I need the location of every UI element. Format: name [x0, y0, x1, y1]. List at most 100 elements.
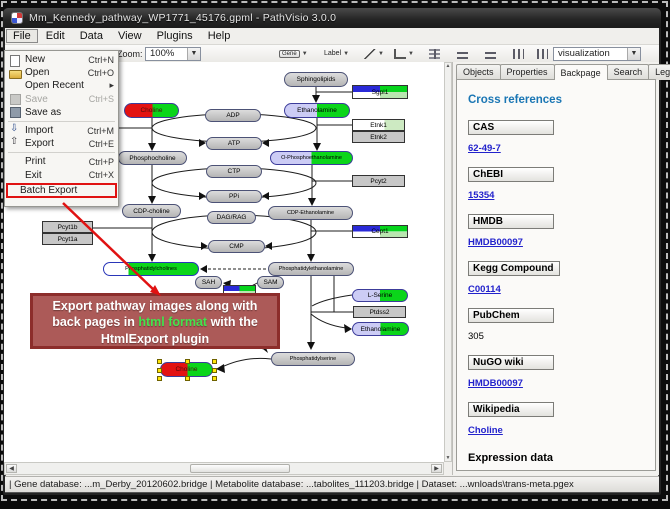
pathway-node-sah[interactable]: SAH [195, 276, 222, 289]
file-menu-item-new[interactable]: NewCtrl+N [5, 53, 118, 66]
menu-data[interactable]: Data [73, 29, 110, 43]
pathway-node-phosphocholine[interactable]: Phosphocholine [118, 151, 187, 165]
pathway-node-etnk1[interactable]: Etnk1 [352, 119, 405, 131]
shortcut-text: Ctrl+P [89, 157, 114, 167]
add-datanode-button[interactable]: Gene▼ [275, 46, 312, 61]
pathway-node-ctp[interactable]: CTP [206, 165, 262, 178]
crossref-value-hmdb[interactable]: HMDB00097 [468, 237, 645, 248]
pathway-node-sgpl1[interactable]: Sgpl1 [352, 85, 408, 99]
pathway-node-sam[interactable]: SAM [257, 276, 284, 289]
tab-objects[interactable]: Objects [456, 64, 501, 80]
crossref-value-cas[interactable]: 62-49-7 [468, 143, 645, 154]
pathway-node-atp[interactable]: ATP [206, 137, 262, 150]
pathway-node-choline[interactable]: Choline [124, 103, 179, 118]
file-menu-item-print[interactable]: PrintCtrl+P [5, 155, 118, 168]
pathway-node-cdp-choline[interactable]: CDP-choline [122, 204, 181, 218]
add-label-button[interactable]: Label▼ [320, 46, 353, 61]
menu-edit[interactable]: Edit [39, 29, 72, 43]
pathway-node-ethanolamine[interactable]: Ethanolamine [352, 322, 409, 336]
crossref-value-nugo-wiki[interactable]: HMDB00097 [468, 378, 645, 389]
tab-properties[interactable]: Properties [500, 64, 555, 80]
pathway-node-dag-rag[interactable]: DAG/RAG [207, 211, 256, 224]
pathway-node-ppi[interactable]: PPi [206, 190, 262, 203]
node-label: PPi [229, 193, 239, 200]
chevron-down-icon[interactable]: ▼ [187, 48, 200, 60]
menu-help[interactable]: Help [201, 29, 238, 43]
pathway-node-cmp[interactable]: CMP [208, 240, 265, 253]
file-menu-item-export[interactable]: ExportCtrl+E [5, 137, 118, 150]
tab-search[interactable]: Search [607, 64, 650, 80]
selection-handle[interactable] [212, 359, 217, 364]
crossref-value-wikipedia[interactable]: Choline [468, 425, 645, 436]
crossref-value-chebi[interactable]: 15354 [468, 190, 645, 201]
file-menu-item-import[interactable]: ImportCtrl+M [5, 124, 118, 137]
stack-vertical-button[interactable] [481, 46, 500, 61]
callout-text: Export pathway images along with back pa… [39, 298, 271, 347]
node-label: Phosphatidylcholines [125, 266, 177, 272]
node-label: Choline [140, 107, 162, 114]
line-tool-button[interactable]: ▼ [360, 46, 388, 61]
align-center-button[interactable] [425, 46, 444, 61]
common-size-button[interactable] [533, 46, 552, 61]
pathway-node-phosphatidylethanolamine[interactable]: Phosphatidylethanolamine [268, 262, 354, 276]
stack-horizontal-button[interactable] [509, 46, 528, 61]
file-menu-item-save-as[interactable]: Save as [5, 106, 118, 119]
pathway-node-etnk2[interactable]: Etnk2 [352, 131, 405, 143]
scroll-up-icon[interactable]: ▲ [446, 63, 451, 69]
visualization-combobox[interactable]: visualization ▼ [553, 47, 641, 61]
pathway-node-adp[interactable]: ADP [205, 109, 261, 122]
scroll-left-icon[interactable]: ◀ [6, 464, 17, 473]
node-label: Choline [175, 366, 197, 373]
tab-legend[interactable]: Legend [648, 64, 670, 80]
pathway-node-pcyt1a[interactable]: Pcyt1a [42, 233, 93, 245]
selection-handle[interactable] [185, 359, 190, 364]
shortcut-text: Ctrl+X [89, 170, 114, 180]
connector-tool-button[interactable]: ▼ [390, 46, 418, 61]
menu-file[interactable]: File [6, 29, 38, 43]
selection-handle[interactable] [157, 359, 162, 364]
file-menu-item-exit[interactable]: ExitCtrl+X [5, 169, 118, 182]
crossref-value-kegg-compound[interactable]: C00114 [468, 284, 645, 295]
canvas-horizontal-scrollbar[interactable]: ◀ ▶ [4, 462, 444, 475]
selection-handle[interactable] [157, 368, 162, 373]
selection-handle[interactable] [212, 368, 217, 373]
scroll-right-icon[interactable]: ▶ [431, 464, 442, 473]
pathway-node-l-serine[interactable]: L-Serine [352, 289, 408, 302]
zoom-value: 100% [150, 48, 174, 59]
node-label: ATP [228, 140, 240, 147]
pathway-node-sphingolipids[interactable]: Sphingolipids [284, 72, 348, 87]
pathway-node-ethanolamine[interactable]: Ethanolamine [284, 103, 350, 118]
chevron-down-icon[interactable]: ▼ [627, 48, 640, 60]
file-menu-item-open[interactable]: OpenCtrl+O [5, 66, 118, 79]
pathway-node-pcyt1b[interactable]: Pcyt1b [42, 221, 93, 233]
file-menu-item-batch-export[interactable]: Batch Export [6, 183, 117, 198]
pathway-node-cept1[interactable]: Cept1 [352, 225, 408, 238]
pathway-node-choline[interactable]: Choline [160, 362, 213, 377]
pathway-node-cdp-ethanolamine[interactable]: CDP-Ethanolamine [268, 206, 353, 220]
selection-handle[interactable] [157, 376, 162, 381]
canvas-vertical-scrollbar[interactable]: ▲ ▼ [444, 62, 452, 462]
pathway-node-ptdss2[interactable]: Ptdss2 [353, 306, 406, 318]
pathway-node-pcyt2[interactable]: Pcyt2 [352, 175, 405, 187]
selection-handle[interactable] [185, 376, 190, 381]
pathway-node-o-phosphoethanolamine[interactable]: O-Phosphoethanolamine [270, 151, 353, 165]
selection-handle[interactable] [212, 376, 217, 381]
node-label: Phosphatidylethanolamine [279, 266, 344, 272]
scrollbar-thumb[interactable] [190, 464, 290, 473]
menu-view[interactable]: View [111, 29, 149, 43]
node-label: Ethanolamine [297, 107, 337, 114]
shortcut-text: Ctrl+O [88, 68, 114, 78]
zoom-combobox[interactable]: 100% ▼ [145, 47, 201, 61]
title-bar[interactable]: Mm_Kennedy_pathway_WP1771_45176.gpml - P… [3, 8, 661, 28]
scroll-down-icon[interactable]: ▼ [446, 455, 451, 461]
file-menu-item-open-recent[interactable]: Open Recent▸ [5, 79, 118, 92]
shortcut-text: Ctrl+N [88, 55, 114, 65]
node-label: Pcyt1a [58, 236, 78, 243]
pathway-node-phosphatidylcholines[interactable]: Phosphatidylcholines [103, 262, 199, 276]
node-label: SAH [202, 279, 215, 286]
pathway-node-phosphatidylserine[interactable]: Phosphatidylserine [271, 352, 355, 366]
tab-backpage[interactable]: Backpage [554, 64, 608, 80]
align-middle-button[interactable] [453, 46, 472, 61]
file-menu-item-save[interactable]: SaveCtrl+S [5, 93, 118, 106]
menu-plugins[interactable]: Plugins [150, 29, 200, 43]
